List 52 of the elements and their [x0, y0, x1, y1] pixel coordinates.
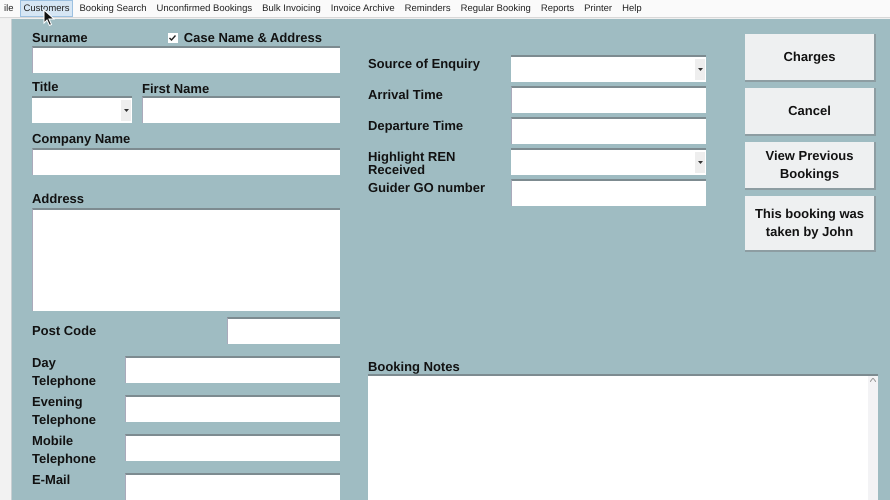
- input-field[interactable]: [125, 356, 340, 383]
- menu-item[interactable]: Regular Booking: [456, 0, 535, 18]
- field-label: Company Name: [32, 131, 130, 146]
- input-field[interactable]: [32, 148, 340, 175]
- input-field[interactable]: [125, 395, 340, 422]
- field-label: Title: [32, 79, 58, 94]
- field-label: First Name: [142, 82, 210, 96]
- notes-field[interactable]: [368, 374, 878, 500]
- input-field[interactable]: [511, 179, 706, 206]
- field-label: Departure Time: [368, 117, 464, 132]
- dropdown-arrow-icon: [698, 161, 702, 164]
- input-field[interactable]: [32, 46, 340, 73]
- dropdown-field[interactable]: [511, 148, 706, 175]
- field-label: Booking Notes: [368, 360, 461, 374]
- input-field[interactable]: [142, 96, 340, 123]
- dropdown-arrow-icon: [124, 109, 128, 112]
- menu-item[interactable]: Invoice Archive: [326, 0, 399, 18]
- action-button[interactable]: Cancel: [745, 88, 876, 136]
- action-button[interactable]: View Previous Bookings: [745, 142, 876, 190]
- action-button[interactable]: Charges: [745, 34, 876, 82]
- menu-item[interactable]: Unconfirmed Bookings: [152, 0, 256, 18]
- input-field[interactable]: [125, 434, 340, 461]
- action-button[interactable]: This booking was taken by John: [745, 196, 876, 252]
- input-field[interactable]: [511, 117, 706, 144]
- field-label: Guider GO number: [368, 179, 486, 194]
- field-label: Highlight REN Received: [368, 148, 456, 176]
- field-label: Source of Enquiry: [368, 55, 481, 70]
- checkbox[interactable]: [168, 33, 178, 43]
- menu-item[interactable]: Reports: [536, 0, 578, 18]
- menu-item[interactable]: Help: [618, 0, 646, 18]
- scroll-up-icon[interactable]: [870, 378, 876, 382]
- field-label: Surname: [32, 31, 88, 45]
- field-label: Post Code: [32, 324, 96, 338]
- field-label: Mobile Telephone: [32, 432, 98, 468]
- field-label: E-Mail: [32, 471, 72, 489]
- field-label: Arrival Time: [368, 86, 444, 101]
- field-label: Day Telephone: [32, 354, 98, 390]
- input-field[interactable]: [125, 473, 340, 500]
- input-field[interactable]: [511, 86, 706, 113]
- menu-item[interactable]: Booking Search: [75, 0, 151, 18]
- menu-item[interactable]: Printer: [580, 0, 616, 18]
- address-field[interactable]: [32, 208, 340, 311]
- dropdown-field[interactable]: [32, 96, 132, 123]
- dropdown-field[interactable]: [511, 55, 706, 82]
- dropdown-arrow-icon: [698, 68, 702, 71]
- menu-item[interactable]: Reminders: [400, 0, 455, 18]
- field-label: Address: [32, 191, 84, 206]
- checkbox-label: Case Name & Address: [184, 31, 322, 45]
- field-label: Evening Telephone: [32, 393, 98, 429]
- menu-item[interactable]: Bulk Invoicing: [258, 0, 325, 18]
- input-field[interactable]: [227, 317, 340, 344]
- menu-item[interactable]: ile: [0, 0, 18, 18]
